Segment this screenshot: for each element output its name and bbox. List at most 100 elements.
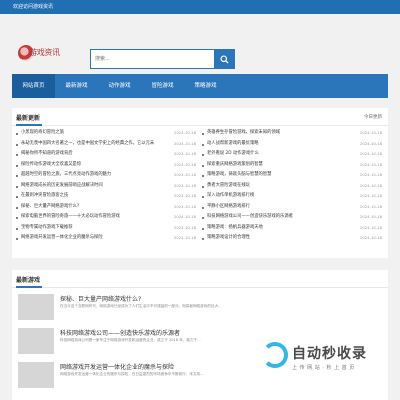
logo-text: 游戏资讯 xyxy=(29,48,60,57)
bullet-icon xyxy=(16,133,18,135)
list-item[interactable]: 英雄养生存冒险游戏，探索未知的领域 2024-10-18 xyxy=(202,128,382,139)
nav-item-action-games[interactable]: 动作游戏 xyxy=(98,74,141,98)
list-item[interactable]: 探秘、巨大量产网络游戏什么? 2024-10-18 xyxy=(16,202,196,213)
list-item-date: 2024-10-18 xyxy=(359,235,382,240)
list-item-date: 2024-10-18 xyxy=(173,193,196,198)
list-item-date: 2024-10-18 xyxy=(359,172,382,177)
nav-item-adventure-games[interactable]: 冒险游戏 xyxy=(141,74,184,98)
list-item-title[interactable]: 策略游戏，铸就头脑与智慧的智慧 xyxy=(207,170,347,181)
main-nav: 网站首页 最新游戏 动作游戏 冒险游戏 策略游戏 xyxy=(12,74,388,98)
list-item[interactable]: 策略游戏：扬帆兵器游戏天地 2024-10-18 xyxy=(202,223,382,234)
list-item[interactable]: 老外看说 2D 动作游戏什么 2024-10-18 xyxy=(202,149,382,160)
list-item-title[interactable]: 网络游戏成长的历史发展前哨应战解决时间 xyxy=(21,181,161,192)
list-item-date: 2024-10-18 xyxy=(173,203,196,209)
game-description: 科技网络游戏公司是一家专注于网络游戏开发和运营的企业，成立于 2018 年，致力… xyxy=(60,338,201,342)
list-item[interactable]: 勇者大冒险游戏在线玩 2024-10-18 xyxy=(202,181,382,192)
bullet-icon xyxy=(202,196,204,198)
watermark: 自动秒收录 上 传 网 站 · 秒 上 首 页 xyxy=(262,340,400,400)
list-item-date: 2024-10-18 xyxy=(359,130,382,135)
list-item-date: 2024-10-18 xyxy=(359,161,382,167)
nav-item-strategy-games[interactable]: 策略游戏 xyxy=(184,74,227,98)
bullet-icon xyxy=(16,217,18,219)
game-description: 在当今这个互联网时代，网络游戏已经成为了人们生活中不可或缺的一部分。而探秘网络游… xyxy=(60,304,220,308)
game-title[interactable]: 网络游戏开发运营一体化企业的魔杀与探险 xyxy=(60,362,174,371)
list-item-title[interactable]: 网络游戏开发运营一体化企业的魔杀与探险 xyxy=(21,233,161,244)
bullet-icon xyxy=(16,238,18,240)
bullet-icon xyxy=(16,143,18,146)
bullet-icon xyxy=(202,238,204,240)
list-item[interactable]: 网络游戏成长的历史发展前哨应战解决时间 2024-10-18 xyxy=(16,181,196,192)
welcome-text: 欢迎访问游戏资讯 xyxy=(13,4,54,10)
site-logo[interactable]: 游戏资讯 xyxy=(18,44,68,64)
list-item-date: 2024-10-18 xyxy=(359,203,382,209)
list-item-title[interactable]: 探索重庆网络游戏策划的智慧 xyxy=(207,160,347,171)
list-item[interactable]: 网络游戏开发运营一体化企业的魔杀与探险 2024-10-18 xyxy=(16,233,196,244)
bullet-icon xyxy=(16,206,18,209)
latest-games-header: 最新游戏 xyxy=(12,270,388,288)
list-item[interactable]: 深入动作单机游戏排行榜 2024-10-18 xyxy=(202,191,382,202)
list-item[interactable]: 小黑现的奇幻冒险之旅 2024-10-18 xyxy=(16,128,196,139)
list-item-title[interactable]: 英雄养生存冒险游戏，探索未知的领域 xyxy=(207,128,347,139)
list-item[interactable]: 科技网络游戏公司——创造快乐游戏的乐源者 2024-10-18 xyxy=(202,212,382,223)
latest-updates-header: 最新更新 今日更新 xyxy=(12,108,388,126)
bullet-icon xyxy=(16,154,18,156)
list-item[interactable]: 在最刺冲突冒险旅客之技 2024-10-18 xyxy=(16,191,196,202)
list-item-title[interactable]: 平静小区网络游戏排行 xyxy=(207,202,347,213)
site-header: 游戏资讯 xyxy=(0,14,400,74)
list-item[interactable]: 探索电脑世界的冒险奇旅——十大必玩动作冒险游戏 2024-10-18 xyxy=(16,212,196,223)
bullet-icon xyxy=(16,196,18,198)
bullet-icon xyxy=(202,154,204,156)
bullet-icon xyxy=(202,164,204,167)
list-item[interactable]: 策略游戏设计的合理性 2024-10-18 xyxy=(202,233,382,244)
list-item-date: 2024-10-18 xyxy=(173,161,196,167)
list-item-title[interactable]: 探险传动作游戏大全欢喜又是惊 xyxy=(21,160,161,171)
search-input[interactable] xyxy=(91,50,215,68)
list-item[interactable]: 揭秘你所不知道的游戏背后 2024-10-18 xyxy=(16,149,196,160)
list-item-title[interactable]: 科技网络游戏公司——创造快乐游戏的乐源者 xyxy=(207,212,347,223)
list-item-title[interactable]: 勇者大冒险游戏在线玩 xyxy=(207,181,347,192)
game-thumbnail[interactable] xyxy=(18,328,54,354)
game-title[interactable]: 探秘、巨大量产网络游戏什么? xyxy=(60,294,141,303)
game-description: 网络游戏开发运营一体化企业的魔杀与探险，在日益激烈的市场竞争中不断前行，本文将.… xyxy=(60,372,204,376)
search-button[interactable] xyxy=(214,50,234,68)
latest-updates-title: 最新更新 xyxy=(16,115,41,122)
list-item[interactable]: 平静小区网络游戏排行 2024-10-18 xyxy=(202,202,382,213)
list-item-title[interactable]: 超越时空的冒险之旅，三代点亮动作游戏的魅力 xyxy=(21,170,161,181)
top-welcome-bar: 欢迎访问游戏资讯 xyxy=(0,0,400,14)
list-item-date: 2024-10-18 xyxy=(173,214,196,219)
list-item-title[interactable]: 深入动作单机游戏排行榜 xyxy=(207,191,347,202)
list-item[interactable]: 永劫无羡中国四大名著之一，也是中国文学史上的经典之作。它以元末 2024-10-1… xyxy=(16,139,196,150)
nav-item-home[interactable]: 网站首页 xyxy=(12,74,55,98)
list-item-title[interactable]: 揭秘你所不知道的游戏背后 xyxy=(21,149,161,160)
list-item-date: 2024-10-18 xyxy=(359,224,382,230)
list-item[interactable]: 超越时空的冒险之旅，三代点亮动作游戏的魅力 2024-10-18 xyxy=(16,170,196,181)
list-item-title[interactable]: 老外看说 2D 动作游戏什么 xyxy=(207,149,347,160)
list-item[interactable]: 探索重庆网络游戏策划的智慧 2024-10-18 xyxy=(202,160,382,171)
list-item-title[interactable]: 探秘、巨大量产网络游戏什么? xyxy=(21,202,161,213)
list-item-title[interactable]: 在最刺冲突冒险旅客之技 xyxy=(21,191,161,202)
list-item-date: 2024-10-18 xyxy=(173,224,196,230)
search-box xyxy=(90,49,235,69)
list-item-title[interactable]: 策略游戏设计的合理性 xyxy=(207,233,347,244)
list-item-title[interactable]: 小黑现的奇幻冒险之旅 xyxy=(21,128,161,139)
list-item[interactable]: 动人战帮新游戏的最优策略 2024-10-18 xyxy=(202,139,382,150)
list-item[interactable]: 探险传动作游戏大全欢喜又是惊 2024-10-18 xyxy=(16,160,196,171)
latest-left-list: 小黑现的奇幻冒险之旅 2024-10-18 永劫无羡中国四大名著之一，也是中国文学史… xyxy=(16,128,196,244)
list-item-title[interactable]: 动人战帮新游戏的最优策略 xyxy=(207,139,347,150)
watermark-title: 自动秒收录 xyxy=(292,346,367,362)
game-title[interactable]: 科技网络游戏公司——创造快乐游戏的乐源者 xyxy=(60,328,180,337)
game-thumbnail[interactable] xyxy=(18,294,54,320)
game-thumbnail[interactable] xyxy=(18,362,54,388)
bullet-icon xyxy=(202,143,204,146)
list-item-title[interactable]: 探索电脑世界的冒险奇旅——十大必玩动作冒险游戏 xyxy=(21,212,161,223)
list-item[interactable]: 策略游戏，铸就头脑与智慧的智慧 2024-10-18 xyxy=(202,170,382,181)
bullet-icon xyxy=(202,227,204,230)
list-item-title[interactable]: 策略游戏：扬帆兵器游戏天地 xyxy=(207,223,347,234)
bullet-icon xyxy=(202,133,204,135)
title-underline xyxy=(16,286,42,288)
list-item-title[interactable]: 宝物专属动作游戏下载推荐 xyxy=(21,223,161,234)
nav-item-latest-games[interactable]: 最新游戏 xyxy=(55,74,98,98)
list-item-title[interactable]: 永劫无羡中国四大名著之一，也是中国文学史上的经典之作。它以元末 xyxy=(21,139,161,150)
list-item[interactable]: 宝物专属动作游戏下载推荐 2024-10-18 xyxy=(16,223,196,234)
bullet-icon xyxy=(16,175,18,177)
